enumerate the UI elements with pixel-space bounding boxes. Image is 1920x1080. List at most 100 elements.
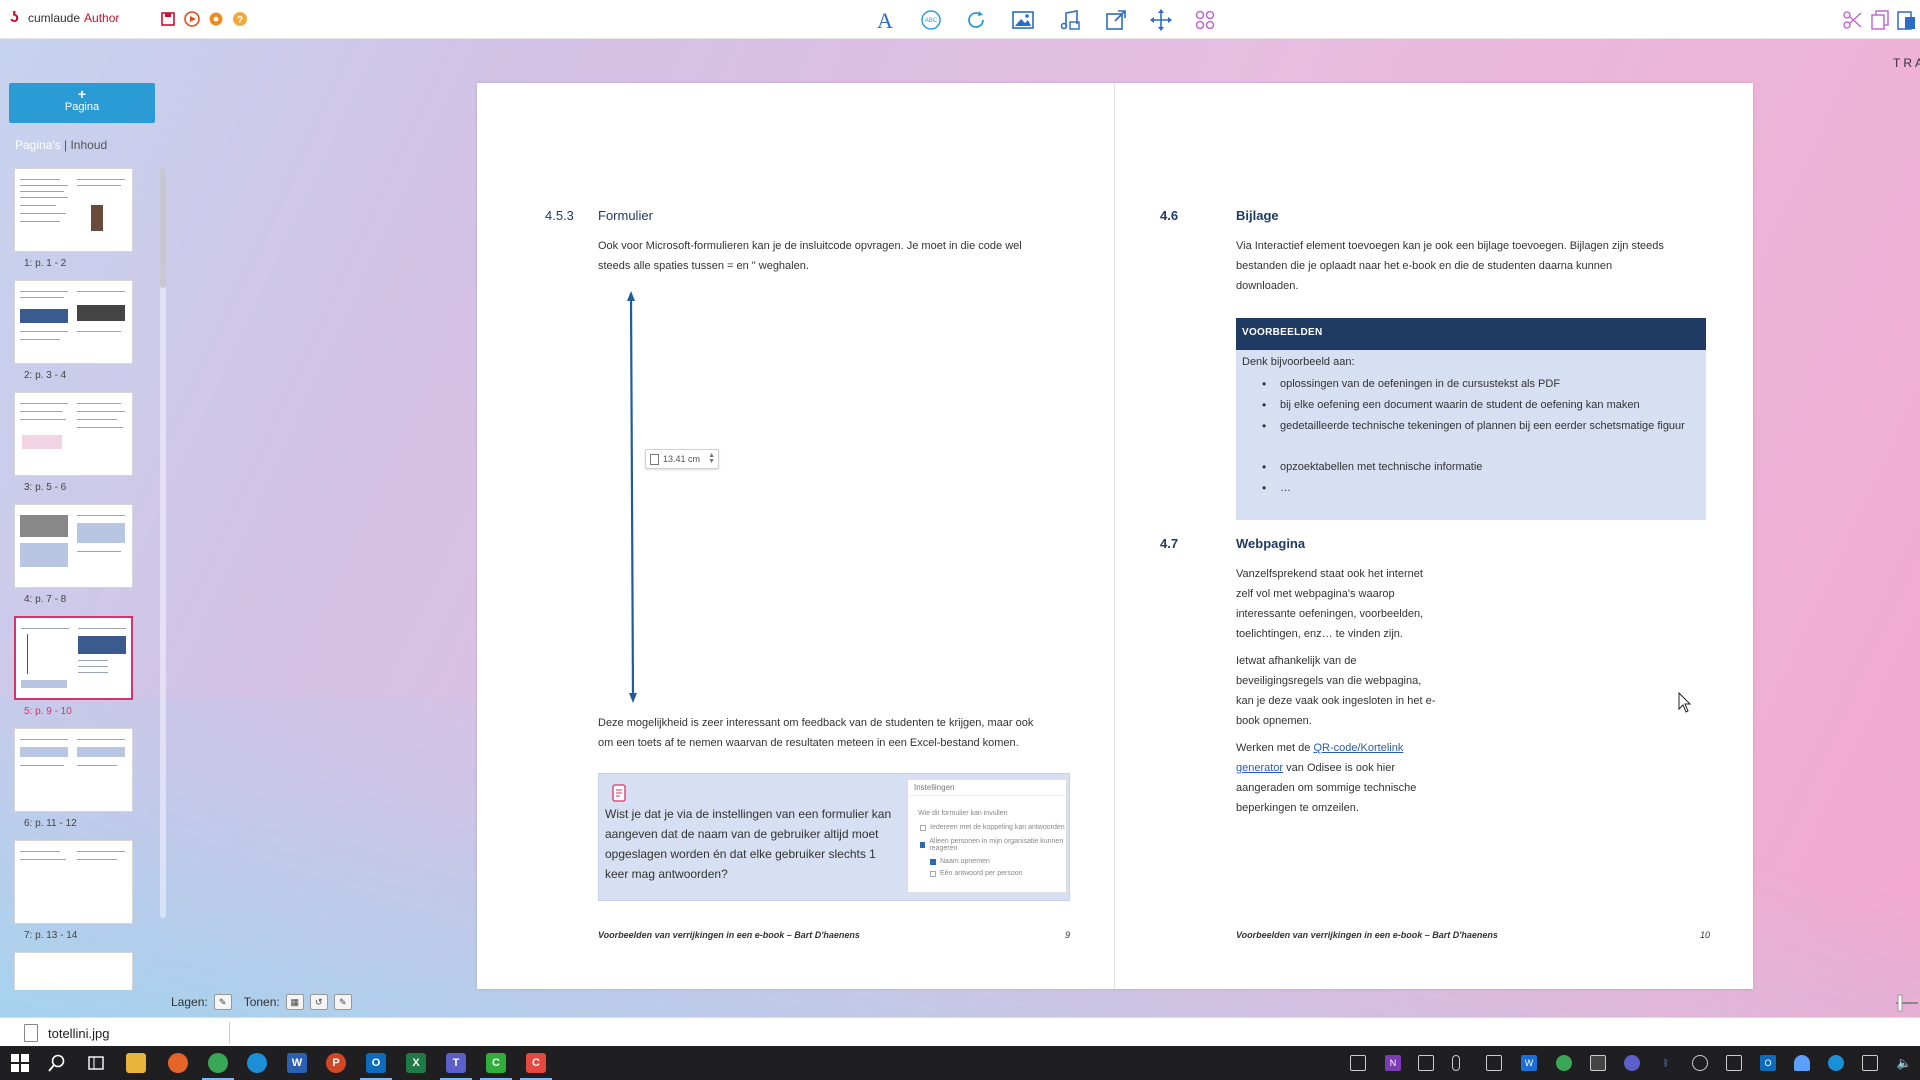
task-view-icon[interactable] bbox=[86, 1053, 106, 1073]
printer-icon[interactable] bbox=[1350, 1055, 1366, 1071]
outlook-tray-icon[interactable]: O bbox=[1760, 1055, 1776, 1071]
paragraph-line: zelf vol met webpagina's waarop bbox=[1236, 588, 1395, 600]
generator-link[interactable]: generator bbox=[1236, 762, 1283, 774]
search-icon[interactable] bbox=[47, 1053, 67, 1073]
paragraph-line: Deze mogelijkheid is zeer interessant om… bbox=[598, 717, 1034, 729]
settings-gear-icon[interactable] bbox=[208, 11, 224, 27]
windows-start-icon[interactable] bbox=[10, 1053, 30, 1073]
show-label: Tonen: bbox=[243, 995, 280, 1009]
page-thumbnail[interactable] bbox=[14, 504, 133, 588]
text-tool-icon[interactable]: A bbox=[872, 7, 898, 33]
page-thumbnail[interactable] bbox=[14, 952, 133, 990]
firefox-icon[interactable] bbox=[168, 1053, 188, 1073]
powerpoint-icon[interactable]: P bbox=[326, 1053, 346, 1073]
layers-label: Lagen: bbox=[171, 995, 208, 1009]
external-link-icon[interactable] bbox=[1103, 7, 1129, 33]
thumbnail-scrollbar-thumb[interactable] bbox=[160, 168, 166, 288]
file-explorer-icon[interactable] bbox=[126, 1053, 146, 1073]
bluetooth-icon[interactable]: ᛒ bbox=[1658, 1055, 1674, 1071]
volume-icon[interactable]: 🔈 bbox=[1896, 1055, 1912, 1071]
examples-box: Denk bijvoorbeeld aan: oplossingen van d… bbox=[1236, 350, 1706, 520]
paragraph-line: om een toets af te nemen waarvan de resu… bbox=[598, 737, 1019, 749]
page-thumbnail[interactable] bbox=[14, 840, 133, 924]
onedrive-icon[interactable] bbox=[1828, 1055, 1844, 1071]
scissors-icon[interactable] bbox=[1840, 7, 1866, 33]
move-icon[interactable] bbox=[1148, 7, 1174, 33]
page-left: 4.5.3 Formulier Ook voor Microsoft-formu… bbox=[477, 83, 1114, 989]
widgets-icon[interactable] bbox=[1192, 7, 1218, 33]
download-divider bbox=[229, 1022, 231, 1044]
camtasia-icon[interactable]: C bbox=[480, 1053, 512, 1080]
refresh-icon[interactable] bbox=[963, 7, 989, 33]
word-icon[interactable]: W bbox=[287, 1053, 307, 1073]
teams-icon[interactable]: T bbox=[440, 1053, 472, 1080]
page-thumbnail[interactable] bbox=[14, 168, 133, 252]
tab-content[interactable]: Inhoud bbox=[70, 138, 107, 152]
tab-pages[interactable]: Pagina's bbox=[15, 138, 61, 152]
paragraph-line: Ietwat afhankelijk van de bbox=[1236, 655, 1357, 667]
onenote-icon[interactable]: N bbox=[1385, 1055, 1401, 1071]
grid-view-icon[interactable]: ▦ bbox=[285, 994, 304, 1010]
height-spinner-icon[interactable]: ▲ ▼ bbox=[708, 452, 715, 465]
cloud-icon[interactable] bbox=[1794, 1055, 1810, 1071]
paste-icon[interactable] bbox=[1893, 7, 1919, 33]
word-tray-icon[interactable]: W bbox=[1521, 1055, 1537, 1071]
network-globe-icon[interactable] bbox=[1692, 1055, 1708, 1071]
help-icon[interactable]: ? bbox=[232, 11, 248, 27]
zoom-slider[interactable] bbox=[1896, 993, 1918, 1013]
example-item: oplossingen van de oefeningen in de curs… bbox=[1262, 374, 1700, 394]
height-dimension-arrow[interactable] bbox=[627, 291, 637, 703]
usb-icon[interactable] bbox=[1486, 1055, 1502, 1071]
section-number: 4.7 bbox=[1160, 536, 1179, 551]
copy-icon[interactable] bbox=[1867, 7, 1893, 33]
image-icon[interactable] bbox=[1010, 7, 1036, 33]
undo-view-icon[interactable]: ↺ bbox=[309, 994, 328, 1010]
settings-option: Iedereen met de koppeling kan antwoorden bbox=[920, 824, 1065, 831]
display-icon[interactable] bbox=[1418, 1055, 1434, 1071]
settings-option: Naam opnemen bbox=[930, 858, 990, 865]
preview-play-icon[interactable] bbox=[184, 11, 200, 27]
shield-icon[interactable] bbox=[1590, 1055, 1606, 1071]
qr-code-link[interactable]: QR-code/Kortelink bbox=[1313, 742, 1403, 754]
cumlaude-logo-icon: ʖ bbox=[10, 9, 19, 26]
settings-question: Wie dit formulier kan invullen bbox=[918, 810, 1008, 817]
sync-icon[interactable] bbox=[1556, 1055, 1572, 1071]
height-icon bbox=[650, 453, 659, 465]
layers-edit-icon[interactable]: ✎ bbox=[213, 994, 232, 1010]
save-icon[interactable] bbox=[160, 11, 176, 27]
tip-note-icon bbox=[612, 784, 626, 802]
page-thumbnail-selected[interactable] bbox=[14, 616, 133, 700]
page-number: 10 bbox=[1700, 930, 1711, 940]
page-thumbnail[interactable] bbox=[14, 392, 133, 476]
page-thumbnail[interactable] bbox=[14, 728, 133, 812]
teams-tray-icon[interactable] bbox=[1624, 1055, 1640, 1071]
edge-icon[interactable] bbox=[247, 1053, 267, 1073]
excel-icon[interactable]: X bbox=[406, 1053, 426, 1073]
paragraph-line: Werken met de QR-code/Kortelink bbox=[1236, 742, 1404, 754]
paragraph-line: book opnemen. bbox=[1236, 715, 1312, 727]
annotate-icon[interactable]: ✎ bbox=[333, 994, 352, 1010]
svg-text:?: ? bbox=[237, 15, 243, 26]
chrome-icon[interactable] bbox=[202, 1053, 234, 1080]
notification-icon[interactable] bbox=[1726, 1055, 1742, 1071]
height-input[interactable]: 13.41 cm ▲ ▼ bbox=[645, 449, 719, 469]
spellcheck-icon[interactable]: ABC bbox=[918, 7, 944, 33]
snagit-icon[interactable]: C bbox=[520, 1053, 552, 1080]
height-value: 13.41 cm bbox=[663, 454, 701, 464]
download-item[interactable]: totellini.jpg bbox=[24, 1022, 231, 1044]
battery-icon[interactable] bbox=[1862, 1055, 1878, 1071]
section-title: Bijlage bbox=[1236, 208, 1279, 223]
add-page-button[interactable]: + Pagina bbox=[9, 83, 155, 123]
media-icon[interactable] bbox=[1057, 7, 1083, 33]
example-item: opzoektabellen met technische informatie bbox=[1262, 457, 1700, 477]
page-footer: Voorbeelden van verrijkingen in een e-bo… bbox=[1236, 930, 1498, 940]
page-footer: Voorbeelden van verrijkingen in een e-bo… bbox=[598, 930, 860, 940]
thumbnail-label: 4: p. 7 - 8 bbox=[24, 594, 67, 605]
thumbnail-label: 7: p. 13 - 14 bbox=[24, 930, 78, 941]
tip-text: Wist je dat je via de instellingen van e… bbox=[605, 804, 905, 884]
outlook-icon[interactable]: O bbox=[360, 1053, 392, 1080]
download-bar: totellini.jpg bbox=[0, 1017, 1920, 1046]
microphone-icon[interactable] bbox=[1452, 1055, 1460, 1071]
page-thumbnail[interactable] bbox=[14, 280, 133, 364]
page-number: 9 bbox=[1065, 930, 1071, 940]
